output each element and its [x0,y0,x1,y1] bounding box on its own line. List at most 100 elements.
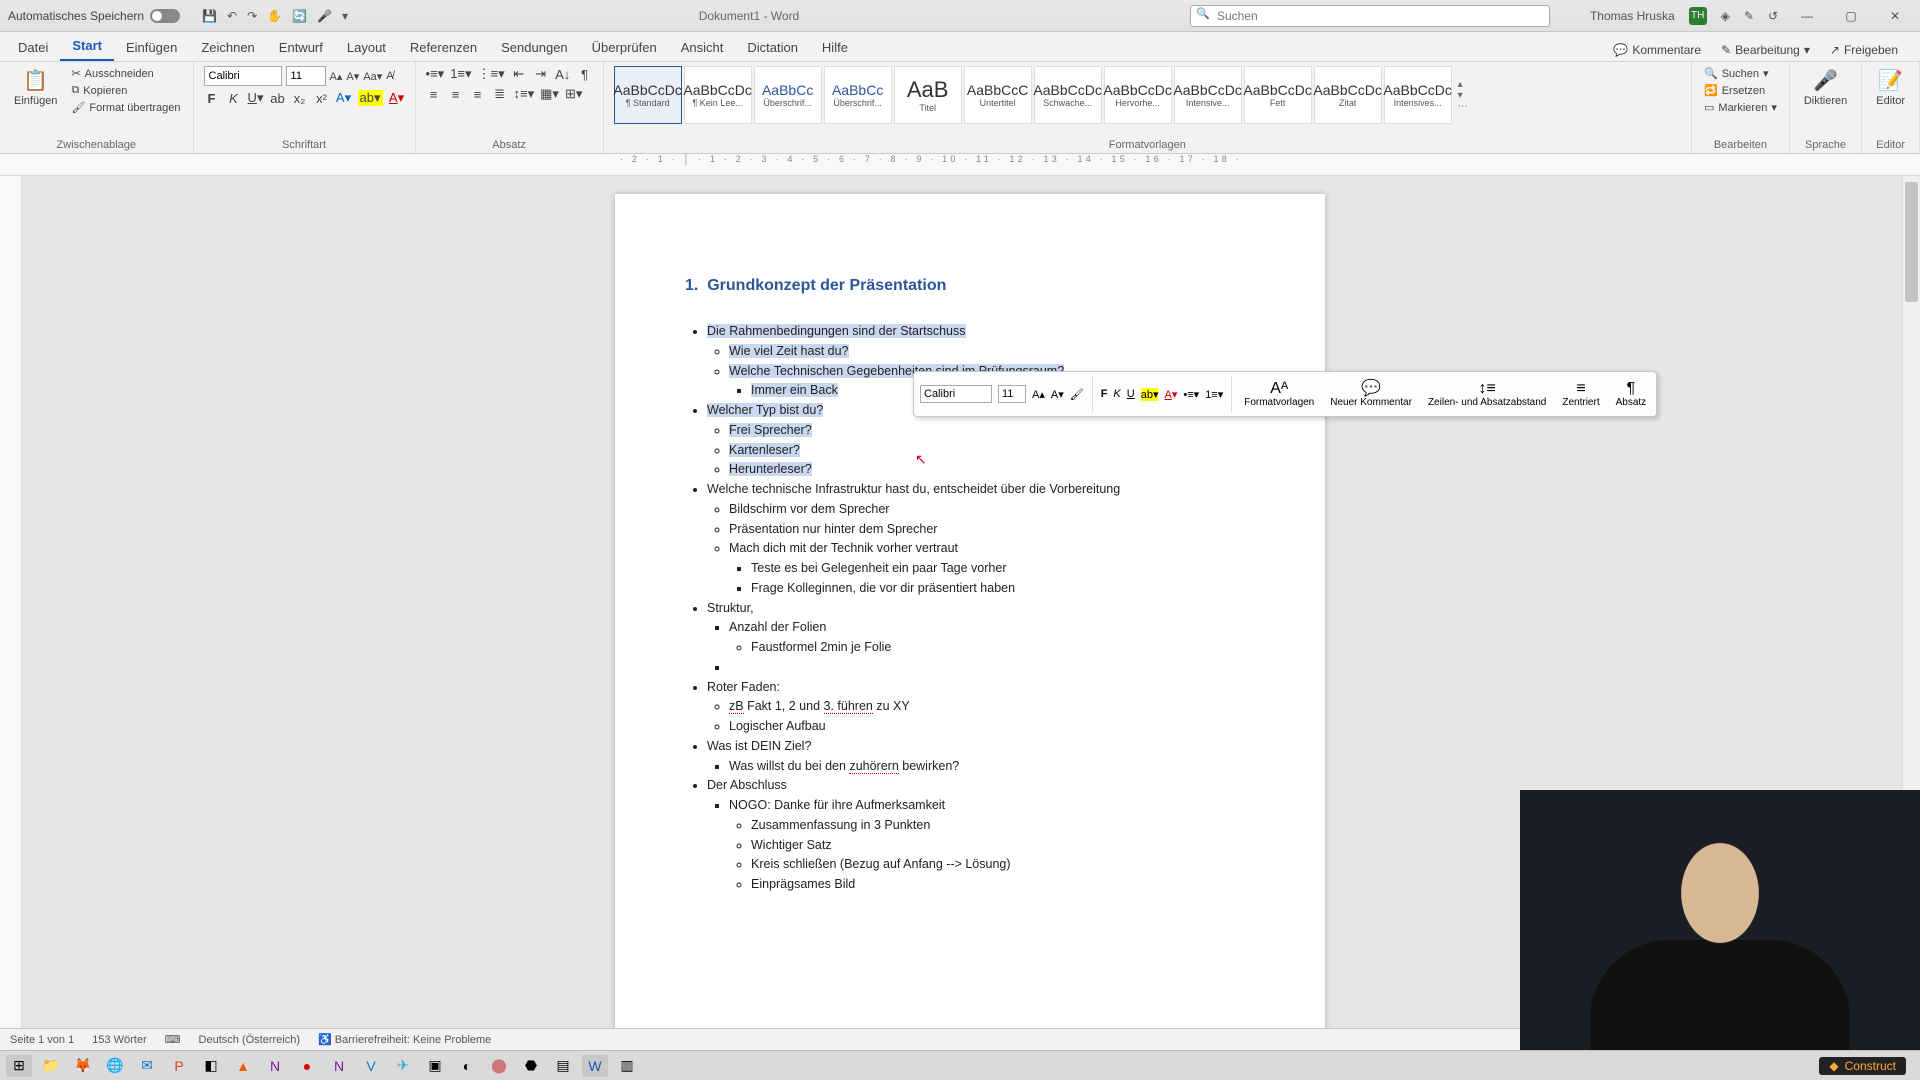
sync-icon[interactable]: 🔄 [292,9,307,23]
style-item[interactable]: AaBbCcDcIntensives... [1384,66,1452,124]
list-item[interactable]: Frei Sprecher? [729,423,812,437]
list-item[interactable]: Welcher Typ bist du? [707,403,823,417]
new-comment-button[interactable]: 💬Neuer Kommentar [1326,380,1416,409]
app-icon[interactable]: N [326,1055,352,1077]
grow-font-icon[interactable]: A▴ [1032,388,1045,401]
align-right-icon[interactable]: ≡ [470,87,486,102]
app-icon[interactable]: ▥ [614,1055,640,1077]
shrink-font-icon[interactable]: A▾ [1051,388,1064,401]
font-name-input[interactable] [204,66,282,86]
shrink-font-icon[interactable]: A▾ [346,70,359,83]
tab-referenzen[interactable]: Referenzen [398,34,489,61]
user-name[interactable]: Thomas Hruska [1590,9,1675,23]
undo-icon[interactable]: ↶ [227,9,237,23]
find-button[interactable]: 🔍 Suchen ▾ [1702,66,1779,81]
vscode-icon[interactable]: V [358,1055,384,1077]
heading[interactable]: 1. Grundkonzept der Präsentation [685,274,1255,298]
construct-badge[interactable]: Construct [1819,1057,1906,1075]
firefox-icon[interactable]: 🦊 [70,1055,96,1077]
style-item[interactable]: AaBbCcÜberschrif... [824,66,892,124]
app-icon[interactable]: ◐ [454,1055,480,1077]
select-button[interactable]: ▭ Markieren ▾ [1702,100,1779,115]
style-item[interactable]: AaBbCcDcZitat [1314,66,1382,124]
freigeben-button[interactable]: ↗ Freigeben [1822,39,1906,61]
app-icon[interactable]: ● [294,1055,320,1077]
list-item[interactable]: Kartenleser? [729,443,800,457]
underline-icon[interactable]: U▾ [248,90,264,106]
style-item[interactable]: AaBbCcDcHervorhe... [1104,66,1172,124]
status-page[interactable]: Seite 1 von 1 [10,1034,74,1046]
bullets-icon[interactable]: •≡▾ [426,66,445,82]
numbering-icon[interactable]: 1≡▾ [1205,388,1223,401]
center-button[interactable]: ≡Zentriert [1558,380,1603,409]
diamond-icon[interactable]: ◈ [1721,9,1730,23]
style-item[interactable]: AaBbCcDc¶ Standard [614,66,682,124]
close-button[interactable]: ✕ [1880,9,1910,23]
line-spacing-icon[interactable]: ↕≡▾ [514,86,535,102]
start-icon[interactable]: ⊞ [6,1055,32,1077]
app-icon[interactable]: ⬣ [518,1055,544,1077]
sort-icon[interactable]: A↓ [555,67,571,82]
list-item[interactable]: Was ist DEIN Ziel? [707,739,811,753]
history-icon[interactable]: ↺ [1768,9,1778,23]
list-item[interactable]: Wichtiger Satz [751,838,832,852]
italic-icon[interactable]: K [1113,388,1120,400]
app-icon[interactable]: ▤ [550,1055,576,1077]
highlight-icon[interactable]: ab▾ [358,90,383,106]
strike-icon[interactable]: ab [270,91,286,106]
tab-ueberpruefen[interactable]: Überprüfen [580,34,669,61]
save-icon[interactable]: 💾 [202,9,217,23]
styles-more-icon[interactable]: ▴▾⋯ [1454,66,1472,124]
absatz-button[interactable]: ¶Absatz [1612,380,1651,409]
style-item[interactable]: AaBbCcDcFett [1244,66,1312,124]
numbering-icon[interactable]: 1≡▾ [450,66,471,82]
explorer-icon[interactable]: 📁 [38,1055,64,1077]
style-item[interactable]: AaBTitel [894,66,962,124]
subscript-icon[interactable]: x₂ [292,91,308,106]
copy-button[interactable]: ⧉ Kopieren [69,83,182,98]
grow-font-icon[interactable]: A▴ [330,70,343,83]
tab-ansicht[interactable]: Ansicht [669,34,736,61]
tab-zeichnen[interactable]: Zeichnen [189,34,266,61]
replace-button[interactable]: 🔁 Ersetzen [1702,83,1779,98]
chrome-icon[interactable]: 🌐 [102,1055,128,1077]
align-left-icon[interactable]: ≡ [426,87,442,102]
editor-button[interactable]: 📝Editor [1872,66,1909,109]
list-item[interactable]: Bildschirm vor dem Sprecher [729,502,889,516]
line-spacing-button[interactable]: ↕≡Zeilen- und Absatzabstand [1424,380,1550,409]
highlight-icon[interactable]: ab▾ [1141,388,1159,401]
formatvorlagen-button[interactable]: AᴬFormatvorlagen [1240,380,1318,409]
diktieren-button[interactable]: 🎤Diktieren [1800,66,1851,109]
list-item[interactable]: Herunterleser? [729,462,812,476]
justify-icon[interactable]: ≣ [492,86,508,102]
font-size-input[interactable] [286,66,326,86]
paste-button[interactable]: 📋Einfügen [10,66,61,109]
format-painter-icon[interactable]: 🖌 [1070,388,1084,401]
mini-font-size[interactable] [998,385,1026,403]
bold-icon[interactable]: F [1101,388,1108,400]
horizontal-ruler[interactable]: · 2 · 1 · │ · 1 · 2 · 3 · 4 · 5 · 6 · 7 … [0,154,1920,176]
mini-toolbar[interactable]: A▴ A▾ 🖌 F K U ab▾ A▾ •≡▾ 1≡▾ AᴬFormatvor… [913,371,1657,417]
list-item[interactable]: Teste es bei Gelegenheit ein paar Tage v… [751,561,1007,575]
list-item[interactable]: Wie viel Zeit hast du? [729,344,849,358]
mini-font-name[interactable] [920,385,992,403]
word-icon[interactable]: W [582,1055,608,1077]
align-center-icon[interactable]: ≡ [448,87,464,102]
list-item[interactable]: Faustformel 2min je Folie [751,640,891,654]
shading-icon[interactable]: ▦▾ [540,86,559,102]
font-color-icon[interactable]: A▾ [1164,388,1177,401]
search-input[interactable] [1190,5,1550,27]
vertical-ruler[interactable] [0,176,22,1046]
tab-entwurf[interactable]: Entwurf [267,34,335,61]
obs-icon[interactable]: ⬤ [486,1055,512,1077]
tab-dictation[interactable]: Dictation [735,34,810,61]
vlc-icon[interactable]: ▲ [230,1055,256,1077]
kommentare-button[interactable]: 💬 Kommentare [1605,39,1709,61]
tab-hilfe[interactable]: Hilfe [810,34,860,61]
underline-icon[interactable]: U [1127,388,1135,400]
bold-icon[interactable]: F [204,91,220,106]
bearbeitung-button[interactable]: ✎ Bearbeitung ▾ [1713,39,1818,61]
list-item[interactable]: Logischer Aufbau [729,719,826,733]
redo-icon[interactable]: ↷ [247,9,257,23]
tab-layout[interactable]: Layout [335,34,398,61]
